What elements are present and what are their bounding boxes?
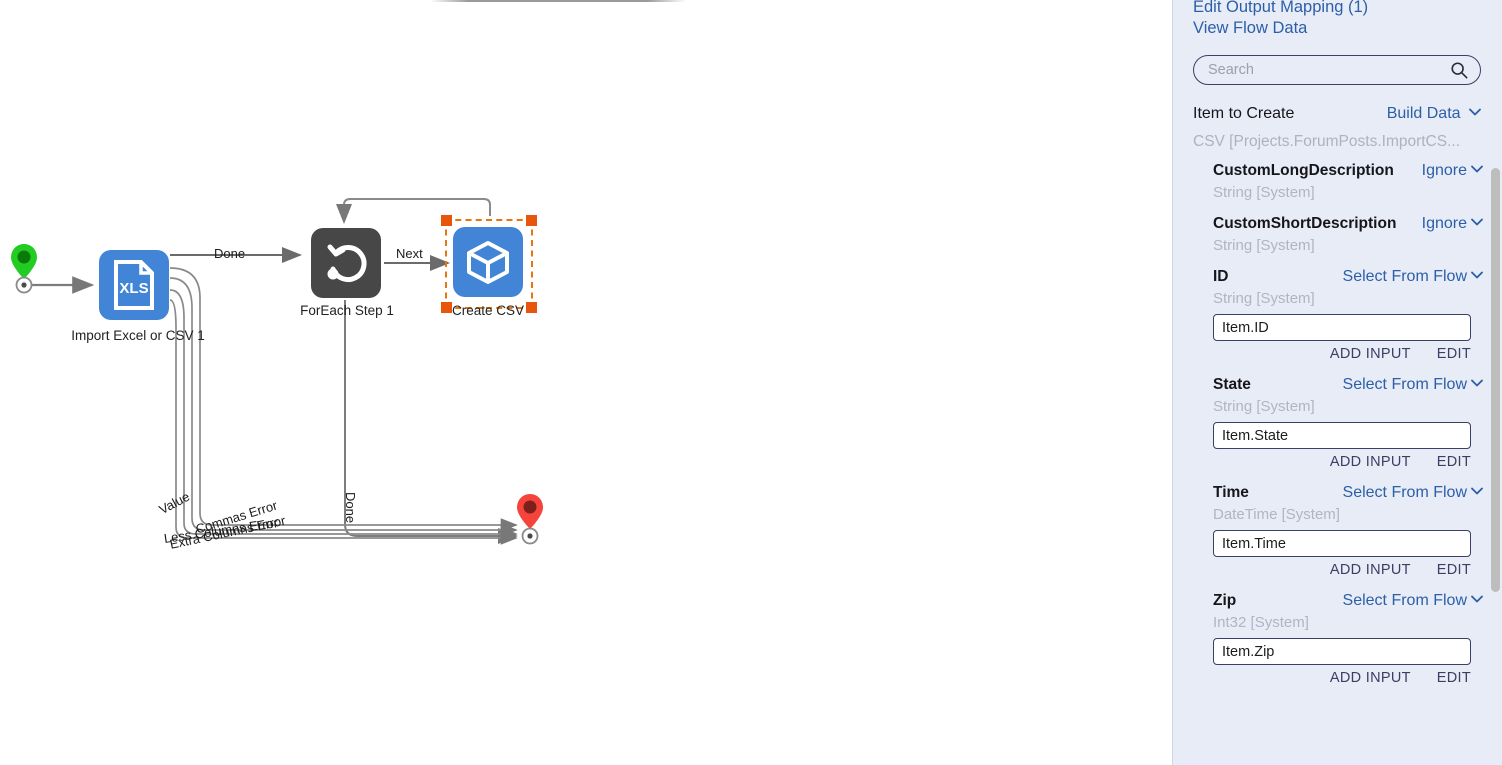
property-mode-label: Select From Flow: [1342, 592, 1467, 609]
property-list: CustomLongDescription Ignore String [Syste…: [1173, 162, 1502, 700]
end-pin-icon: [517, 494, 543, 529]
property-spacer: [1173, 689, 1502, 700]
property-header: CustomShortDescription Ignore: [1213, 215, 1483, 233]
property-mode-label: Select From Flow: [1342, 268, 1467, 285]
xls-file-icon: XLS: [114, 260, 154, 310]
property-header: CustomLongDescription Ignore: [1213, 162, 1483, 180]
property-mode-dropdown[interactable]: Select From Flow: [1343, 592, 1483, 610]
property-spacer: [1173, 365, 1502, 376]
panel-scrollbar-track[interactable]: [1488, 0, 1502, 765]
property-row: CustomLongDescription Ignore String [Syste…: [1173, 162, 1502, 201]
property-actions: ADD INPUT EDIT: [1213, 562, 1471, 578]
property-spacer: [1173, 581, 1502, 592]
property-mode-label: Ignore: [1421, 162, 1467, 179]
build-data-dropdown[interactable]: Build Data: [1387, 105, 1481, 123]
property-value-input[interactable]: [1213, 530, 1471, 557]
node-import-excel-csv[interactable]: XLS: [99, 250, 169, 320]
add-input-button[interactable]: ADD INPUT: [1330, 562, 1411, 578]
property-type: String [System]: [1213, 237, 1315, 254]
property-mode-dropdown[interactable]: Select From Flow: [1343, 484, 1483, 502]
selection-box-create-csv[interactable]: [441, 215, 537, 313]
property-mode-dropdown[interactable]: Select From Flow: [1343, 376, 1483, 394]
property-type: DateTime [System]: [1213, 506, 1340, 523]
chevron-down-icon: [1471, 271, 1483, 279]
item-to-create-row: Item to Create Build Data: [1193, 105, 1481, 123]
chevron-down-icon: [1471, 487, 1483, 495]
property-row: CustomShortDescription Ignore String [Syst…: [1173, 215, 1502, 254]
flow-edges: [11, 198, 543, 545]
edge-label-done-vertical: Done: [343, 492, 358, 524]
search-icon[interactable]: [1450, 61, 1468, 79]
edit-button[interactable]: EDIT: [1437, 346, 1471, 362]
property-name: CustomLongDescription: [1213, 162, 1394, 179]
edit-button[interactable]: EDIT: [1437, 454, 1471, 470]
selection-handle-top-right[interactable]: [526, 215, 537, 226]
property-header: State Select From Flow: [1213, 376, 1483, 394]
item-to-create-subtitle: CSV [Projects.ForumPosts.ImportCS...: [1193, 133, 1461, 150]
flow-canvas[interactable]: XLS Import Excel or CSV 1 ForEach Step 1…: [0, 0, 1172, 765]
chevron-down-icon: [1471, 379, 1483, 387]
property-value-input[interactable]: [1213, 422, 1471, 449]
node-label-foreach-step: ForEach Step 1: [300, 303, 394, 318]
property-mode-dropdown[interactable]: Select From Flow: [1343, 268, 1483, 286]
view-flow-data-link[interactable]: View Flow Data: [1173, 15, 1307, 41]
property-spacer: [1173, 473, 1502, 484]
node-label-import-excel-csv: Import Excel or CSV 1: [71, 328, 205, 343]
property-row: State Select From Flow String [System] ADD …: [1173, 376, 1502, 470]
build-data-label: Build Data: [1386, 105, 1461, 122]
start-pin-icon: [11, 244, 37, 279]
property-type: String [System]: [1213, 290, 1315, 307]
edge-label-done-top: Done: [214, 246, 246, 261]
search-box[interactable]: [1193, 55, 1481, 85]
property-name: Zip: [1213, 592, 1237, 609]
loop-arrow-icon: [327, 244, 367, 283]
chevron-down-icon: [1471, 218, 1483, 226]
property-mode-label: Select From Flow: [1342, 376, 1467, 393]
property-type: String [System]: [1213, 398, 1315, 415]
properties-panel: Edit Output Mapping (1) View Flow Data I…: [1172, 0, 1502, 765]
add-input-button[interactable]: ADD INPUT: [1330, 454, 1411, 470]
property-value-input[interactable]: [1213, 638, 1471, 665]
property-header: ID Select From Flow: [1213, 268, 1483, 286]
property-row: Time Select From FlowDateTime [System] ADD…: [1173, 484, 1502, 578]
property-actions: ADD INPUT EDIT: [1213, 454, 1471, 470]
add-input-button[interactable]: ADD INPUT: [1330, 670, 1411, 686]
node-foreach-step[interactable]: [311, 228, 381, 298]
property-header: Time Select From Flow: [1213, 484, 1483, 502]
property-header: Zip Select From Flow: [1213, 592, 1483, 610]
property-mode-label: Select From Flow: [1342, 484, 1467, 501]
property-name: State: [1213, 376, 1251, 393]
property-actions: ADD INPUT EDIT: [1213, 670, 1471, 686]
chevron-down-icon: [1469, 108, 1481, 116]
property-name: CustomShortDescription: [1213, 215, 1397, 232]
property-actions: ADD INPUT EDIT: [1213, 346, 1471, 362]
edit-button[interactable]: EDIT: [1437, 562, 1471, 578]
property-mode-label: Ignore: [1421, 215, 1467, 232]
edit-button[interactable]: EDIT: [1437, 670, 1471, 686]
node-label-create-csv: Create CSV: [451, 303, 525, 318]
svg-text:XLS: XLS: [119, 280, 148, 297]
selection-handle-top-left[interactable]: [441, 215, 452, 226]
add-input-button[interactable]: ADD INPUT: [1330, 346, 1411, 362]
property-value-input[interactable]: [1213, 314, 1471, 341]
property-mode-dropdown[interactable]: Ignore: [1422, 215, 1483, 233]
property-name: Time: [1213, 484, 1249, 501]
property-type: String [System]: [1213, 184, 1315, 201]
chevron-down-icon: [1471, 165, 1483, 173]
property-name: ID: [1213, 268, 1229, 285]
property-spacer: [1173, 204, 1502, 215]
edge-label-next: Next: [396, 246, 423, 261]
property-row: ID Select From Flow String [System] ADD INP…: [1173, 268, 1502, 362]
property-row: Zip Select From Flow Int32 [System] ADD INP…: [1173, 592, 1502, 686]
property-spacer: [1173, 257, 1502, 268]
property-type: Int32 [System]: [1213, 614, 1309, 631]
panel-scrollbar-thumb[interactable]: [1491, 168, 1500, 592]
property-mode-dropdown[interactable]: Ignore: [1422, 162, 1483, 180]
item-to-create-label: Item to Create: [1193, 105, 1295, 122]
chevron-down-icon: [1471, 595, 1483, 603]
search-input[interactable]: [1194, 56, 1450, 84]
